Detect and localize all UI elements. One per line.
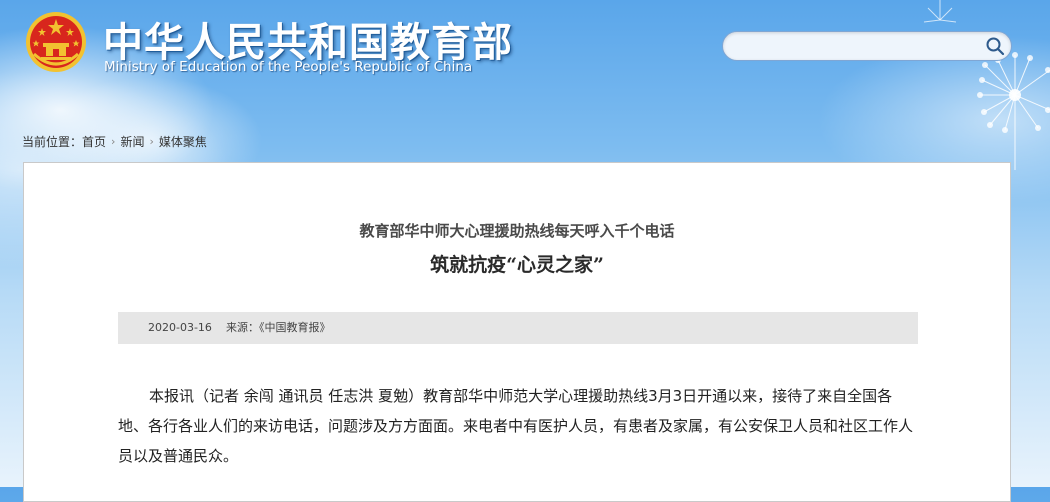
search-icon[interactable] — [985, 36, 1005, 56]
breadcrumb-home-link[interactable]: 首页 — [82, 133, 106, 150]
article-source: 来源：《中国教育报》 — [226, 321, 331, 334]
article-subtitle: 教育部华中师大心理援助热线每天呼入千个电话 — [359, 222, 675, 240]
national-emblem-icon — [26, 12, 86, 72]
article-card: 教育部华中师大心理援助热线每天呼入千个电话 筑就抗疫“心灵之家” 2020-03… — [23, 162, 1011, 502]
search-box — [722, 31, 1012, 61]
article-title: 筑就抗疫“心灵之家” — [430, 254, 604, 276]
search-input[interactable] — [735, 36, 979, 58]
breadcrumb-news-link[interactable]: 新闻 — [120, 133, 144, 150]
dandelion-decoration-icon — [923, 0, 1050, 170]
article-meta-bar: 2020-03-16 来源：《中国教育报》 — [118, 312, 918, 344]
chevron-right-icon: › — [149, 135, 154, 148]
breadcrumb-media-link[interactable]: 媒体聚焦 — [159, 133, 207, 150]
article-date: 2020-03-16 — [148, 321, 212, 334]
chevron-right-icon: › — [111, 135, 116, 148]
breadcrumb-prefix: 当前位置： — [22, 135, 83, 149]
breadcrumb: 当前位置： 首页 › 新闻 › 媒体聚焦 — [22, 133, 207, 150]
article-paragraph: 本报讯（记者 余闯 通讯员 任志洪 夏勉）教育部华中师范大学心理援助热线3月3日… — [118, 387, 914, 465]
site-title-english: Ministry of Education of the People's Re… — [104, 59, 473, 75]
